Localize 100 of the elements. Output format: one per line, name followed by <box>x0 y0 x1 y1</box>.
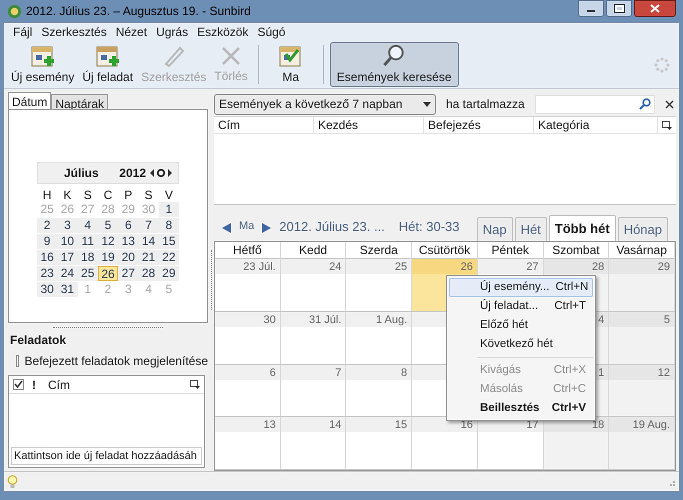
search-icon[interactable] <box>639 98 651 110</box>
day-number: 12 <box>658 366 670 378</box>
toolbar-button[interactable]: Új esemény <box>7 42 78 87</box>
day-cell[interactable]: 8 <box>346 364 412 416</box>
column-header[interactable]: Cím <box>214 117 314 133</box>
checkbox[interactable] <box>16 355 19 367</box>
close-icon[interactable] <box>665 100 674 108</box>
day-number: 14 <box>329 419 342 432</box>
calendar-day[interactable]: 30 <box>37 282 58 296</box>
column-header[interactable]: Befejezés <box>424 117 534 133</box>
calendar-day[interactable]: 17 <box>57 250 78 264</box>
sidebar-tab[interactable]: Naptárak <box>51 94 108 109</box>
view-tab[interactable]: Több hét <box>548 215 616 241</box>
calendar-day[interactable]: 1 <box>158 202 179 216</box>
calendar-day[interactable]: 28 <box>138 266 159 280</box>
month-navigation-icon[interactable] <box>150 168 172 178</box>
menu-item[interactable]: Következő hét <box>449 335 593 354</box>
menu-item[interactable]: Előző hét <box>449 316 593 335</box>
column-header[interactable]: Cím <box>48 376 70 394</box>
calendar-day[interactable]: 13 <box>118 234 138 248</box>
filter-dropdown[interactable]: Események a következő 7 napban <box>214 94 436 114</box>
calendar-day[interactable]: 19 <box>98 250 118 264</box>
calendar-day[interactable]: 11 <box>78 234 98 248</box>
column-header[interactable]: Kezdés <box>314 117 424 133</box>
day-cell[interactable]: 15 <box>346 417 412 469</box>
column-header[interactable]: Kategória <box>534 117 658 133</box>
day-cell[interactable]: 1 Aug. <box>346 312 412 364</box>
calendar-day[interactable]: 8 <box>158 218 179 232</box>
toolbar-button[interactable]: Események keresése <box>330 42 458 87</box>
view-tab[interactable]: Hét <box>514 217 547 241</box>
toolbar-button[interactable]: Ma <box>264 42 317 87</box>
toolbar-button[interactable]: Új feladat <box>78 42 138 87</box>
menu-item[interactable]: Eszközök <box>197 23 248 41</box>
calendar-day[interactable]: 18 <box>78 250 98 264</box>
calendar-day[interactable]: 10 <box>57 234 78 248</box>
day-number: 19 Aug. <box>632 419 670 432</box>
day-cell[interactable]: 6 <box>215 364 281 416</box>
calendar-day[interactable]: 2 <box>37 218 58 232</box>
view-tab[interactable]: Hónap <box>618 217 668 241</box>
previous-icon[interactable] <box>222 223 231 233</box>
menu-item[interactable]: Ugrás <box>156 23 188 41</box>
sidebar-tab[interactable]: Dátum <box>8 92 52 109</box>
calendar-day[interactable]: 22 <box>158 250 179 264</box>
notepad-plus-icon <box>94 44 121 68</box>
calendar-day[interactable]: 23 <box>37 266 58 280</box>
day-cell[interactable]: 31 Júl. <box>280 312 346 364</box>
calendar-day[interactable]: 24 <box>57 266 78 280</box>
menu-item[interactable]: Nézet <box>116 23 148 41</box>
calendar-day[interactable]: 14 <box>138 234 159 248</box>
minimize-button[interactable] <box>578 0 604 17</box>
calendar-day[interactable]: 27 <box>118 266 138 280</box>
calendar-day[interactable]: 3 <box>57 218 78 232</box>
day-cell[interactable]: 29 <box>609 259 675 311</box>
calendar-day[interactable]: 12 <box>98 234 118 248</box>
view-tab[interactable]: Nap <box>476 217 513 241</box>
throbber-icon <box>654 56 670 72</box>
day-cell[interactable]: 30 <box>215 312 281 364</box>
done-column-checkbox[interactable] <box>13 379 24 390</box>
column-picker-icon[interactable] <box>662 120 672 130</box>
day-cell[interactable]: 14 <box>280 417 346 469</box>
close-icon <box>220 44 242 66</box>
menu-item[interactable]: Új esemény... Ctrl+N <box>449 278 593 297</box>
calendar-day[interactable]: 5 <box>98 218 118 232</box>
day-cell[interactable]: 12 <box>609 364 675 416</box>
column-picker-icon[interactable] <box>190 380 200 389</box>
menu-item[interactable]: Beillesztés Ctrl+V <box>449 399 593 418</box>
menu-item[interactable]: Szerkesztés <box>41 23 107 41</box>
calendar-day[interactable]: 7 <box>138 218 159 232</box>
calendar-day[interactable]: 6 <box>118 218 138 232</box>
day-number: 18 <box>592 419 604 432</box>
calendar-day[interactable]: 21 <box>138 250 159 264</box>
new-task-field[interactable]: Kattintson ide új feladat hozzáadásáh <box>11 447 202 465</box>
today-link[interactable]: Ma <box>239 218 254 234</box>
maximize-button[interactable] <box>606 0 632 17</box>
day-number: 8 <box>401 366 408 378</box>
calendar-day[interactable]: 9 <box>37 234 58 248</box>
day-cell[interactable]: 19 Aug. <box>609 417 675 469</box>
day-cell[interactable]: 23 Júl. <box>215 259 281 311</box>
menu-item[interactable]: Fájl <box>13 23 32 41</box>
column-header[interactable]: ! <box>32 376 36 394</box>
day-cell[interactable]: 5 <box>609 312 675 364</box>
calendar-day[interactable]: 4 <box>78 218 98 232</box>
close-button[interactable] <box>634 0 676 17</box>
calendar-day[interactable]: 26 <box>98 266 118 280</box>
date-range: 2012. Július 23. ... <box>279 218 385 236</box>
calendar-day[interactable]: 31 <box>57 282 78 296</box>
day-number: 29 <box>658 261 670 273</box>
search-field[interactable] <box>534 94 655 114</box>
calendar-day[interactable]: 16 <box>37 250 58 264</box>
calendar-day[interactable]: 15 <box>158 234 179 248</box>
day-cell[interactable]: 25 <box>346 259 412 311</box>
day-cell[interactable]: 24 <box>280 259 346 311</box>
day-cell[interactable]: 13 <box>215 417 281 469</box>
calendar-day[interactable]: 20 <box>118 250 138 264</box>
next-icon[interactable] <box>262 223 272 233</box>
calendar-day[interactable]: 29 <box>158 266 179 280</box>
day-cell[interactable]: 18 <box>544 417 610 469</box>
menu-item[interactable]: Súgó <box>257 23 286 41</box>
day-cell[interactable]: 7 <box>280 364 346 416</box>
calendar-day[interactable]: 25 <box>78 266 98 280</box>
